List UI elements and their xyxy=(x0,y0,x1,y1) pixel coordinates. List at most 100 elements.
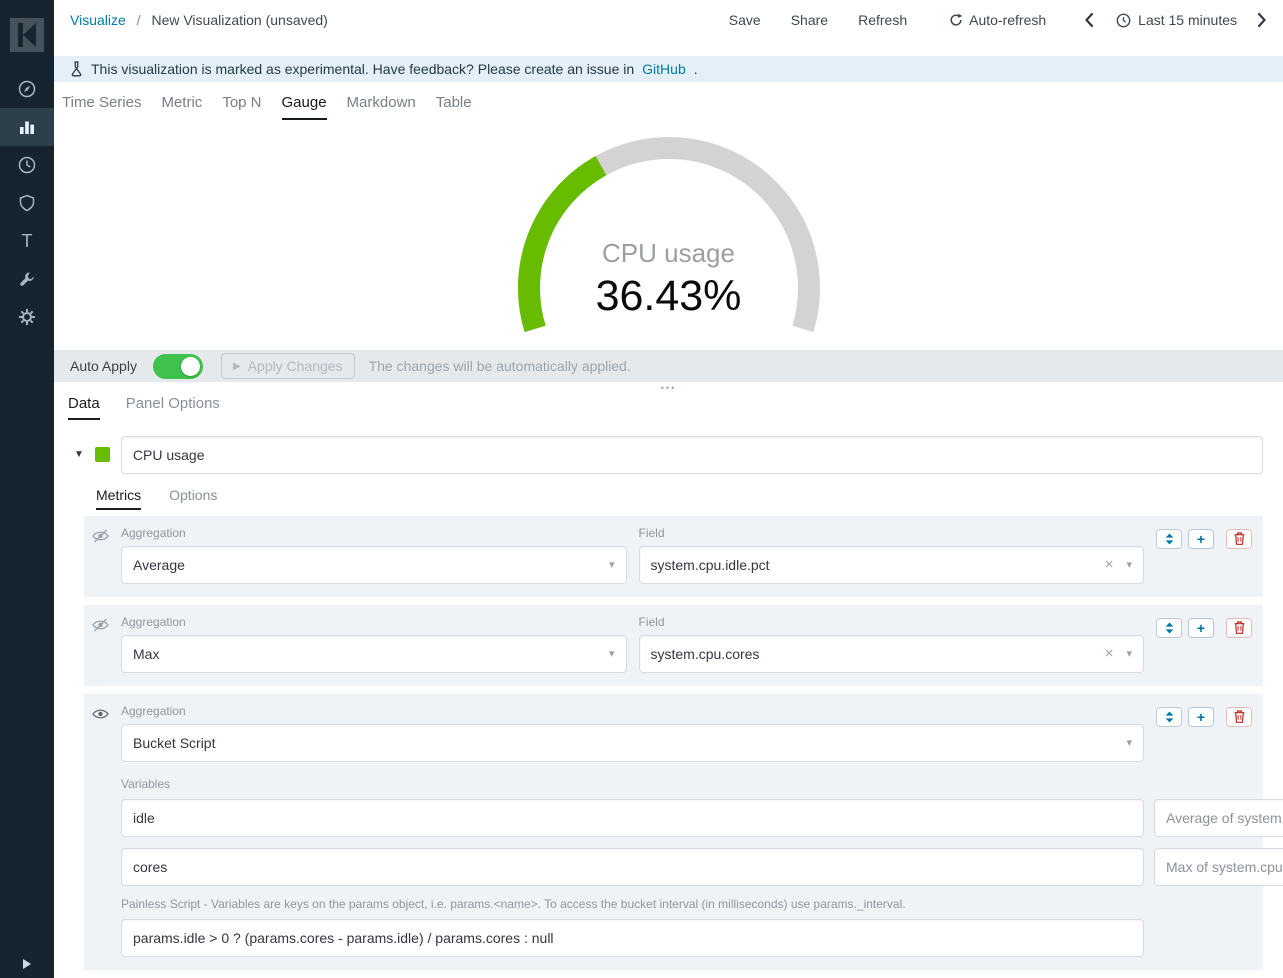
top-bar: Visualize / New Visualization (unsaved) … xyxy=(54,0,1283,56)
variable-name-input[interactable] xyxy=(121,799,1144,837)
series-color-swatch[interactable] xyxy=(95,447,110,462)
tab-data[interactable]: Data xyxy=(68,395,100,420)
sidebar-item-management[interactable] xyxy=(0,298,54,336)
viz-type-tabs: Time Series Metric Top N Gauge Markdown … xyxy=(54,82,1283,120)
metric-row-average: Aggregation Average ▾ Field system.cpu.i… xyxy=(84,516,1263,597)
add-metric-button[interactable]: + xyxy=(1188,707,1214,727)
auto-apply-label: Auto Apply xyxy=(70,358,137,374)
aggregation-select[interactable]: Average ▾ xyxy=(121,546,627,584)
field-combo[interactable]: system.cpu.idle.pct × ▾ xyxy=(639,546,1145,584)
sort-arrows-icon xyxy=(1164,711,1175,723)
tab-top-n[interactable]: Top N xyxy=(222,94,261,120)
reorder-metric-button[interactable] xyxy=(1156,707,1182,727)
chevron-down-icon[interactable]: ▾ xyxy=(1126,647,1132,660)
aggregation-value: Average xyxy=(133,557,185,573)
letter-t-icon: T xyxy=(22,232,33,250)
series-collapse-caret[interactable]: ▼ xyxy=(74,449,84,460)
tab-markdown[interactable]: Markdown xyxy=(347,94,416,120)
clock-icon xyxy=(1116,13,1131,28)
chevron-down-icon: ▾ xyxy=(1126,736,1132,749)
save-button[interactable]: Save xyxy=(729,10,761,30)
painless-script-label: Painless Script - Variables are keys on … xyxy=(121,897,1144,911)
reorder-metric-button[interactable] xyxy=(1156,529,1182,549)
reorder-metric-button[interactable] xyxy=(1156,618,1182,638)
time-step-back-button[interactable] xyxy=(1084,12,1094,28)
series-row: ▼ xyxy=(62,436,1263,474)
trash-icon xyxy=(1234,710,1245,723)
chevron-down-icon: ▾ xyxy=(609,647,615,660)
aggregation-label: Aggregation xyxy=(121,526,627,540)
aggregation-select[interactable]: Bucket Script ▾ xyxy=(121,724,1144,762)
chevron-down-icon[interactable]: ▾ xyxy=(1126,558,1132,571)
share-button[interactable]: Share xyxy=(791,10,828,30)
kibana-logo-icon xyxy=(10,18,44,52)
kibana-app: T xyxy=(0,0,1283,978)
delete-metric-button[interactable] xyxy=(1226,707,1252,727)
sidebar-item-security[interactable] xyxy=(0,184,54,222)
auto-refresh-button[interactable]: Auto-refresh xyxy=(949,10,1046,30)
variable-name-input[interactable] xyxy=(121,848,1144,886)
gauge-title: CPU usage xyxy=(602,238,735,269)
tab-panel-options[interactable]: Panel Options xyxy=(126,395,220,420)
trash-icon xyxy=(1234,621,1245,634)
kibana-logo[interactable] xyxy=(0,0,54,70)
aggregation-label: Aggregation xyxy=(121,615,627,629)
sidebar-collapse-button[interactable] xyxy=(0,958,54,970)
apply-changes-label: Apply Changes xyxy=(248,358,343,374)
series-tabs: Metrics Options xyxy=(96,487,1263,510)
gear-icon xyxy=(17,307,37,327)
compass-icon xyxy=(17,79,37,99)
sidebar-item-typography[interactable]: T xyxy=(0,222,54,260)
delete-metric-button[interactable] xyxy=(1226,618,1252,638)
sidebar-item-dev-tools[interactable] xyxy=(0,260,54,298)
sidebar-item-timelion[interactable] xyxy=(0,146,54,184)
aggregation-select[interactable]: Max ▾ xyxy=(121,635,627,673)
aggregation-value: Max xyxy=(133,646,159,662)
trash-icon xyxy=(1234,532,1245,545)
bar-chart-icon xyxy=(17,117,37,137)
delete-metric-button[interactable] xyxy=(1226,529,1252,549)
topbar-actions: Save Share Refresh Auto-refresh xyxy=(729,10,1267,30)
sidebar-item-visualize[interactable] xyxy=(0,108,54,146)
metric-row-max: Aggregation Max ▾ Field system.cpu.cores xyxy=(84,605,1263,686)
clear-icon[interactable]: × xyxy=(1105,556,1114,573)
chevron-left-icon xyxy=(1084,12,1094,28)
time-picker-button[interactable]: Last 15 minutes xyxy=(1116,10,1237,30)
auto-apply-hint: The changes will be automatically applie… xyxy=(369,358,631,374)
field-combo[interactable]: system.cpu.cores × ▾ xyxy=(639,635,1145,673)
auto-refresh-label: Auto-refresh xyxy=(969,10,1046,30)
metric-row-bucket-script: Aggregation Bucket Script ▾ Variables xyxy=(84,694,1263,970)
tab-table[interactable]: Table xyxy=(436,94,472,120)
aggregation-value: Bucket Script xyxy=(133,735,215,751)
refresh-button[interactable]: Refresh xyxy=(858,10,907,30)
add-metric-button[interactable]: + xyxy=(1188,618,1214,638)
chevron-right-icon xyxy=(1257,12,1267,28)
add-metric-button[interactable]: + xyxy=(1188,529,1214,549)
series-label-input[interactable] xyxy=(121,436,1263,474)
apply-changes-button[interactable]: ▶ Apply Changes xyxy=(221,353,355,379)
metric-rows: Aggregation Average ▾ Field system.cpu.i… xyxy=(84,516,1263,970)
auto-apply-toggle[interactable] xyxy=(153,354,203,379)
variable-row: Max of system.cpu.cores × ▾ + xyxy=(121,848,1144,886)
global-nav-sidebar: T xyxy=(0,0,54,978)
tab-metrics[interactable]: Metrics xyxy=(96,487,141,510)
panel-resize-handle[interactable]: ••• xyxy=(54,382,1283,393)
metric-visibility-toggle[interactable] xyxy=(92,615,121,673)
time-step-forward-button[interactable] xyxy=(1257,12,1267,28)
tab-metric[interactable]: Metric xyxy=(161,94,202,120)
painless-script-input[interactable] xyxy=(121,919,1144,957)
metric-visibility-toggle[interactable] xyxy=(92,526,121,584)
tab-time-series[interactable]: Time Series xyxy=(62,94,141,120)
shield-icon xyxy=(17,193,37,213)
eye-icon xyxy=(92,707,109,721)
sidebar-item-discover[interactable] xyxy=(0,70,54,108)
banner-period: . xyxy=(694,61,698,77)
tab-gauge[interactable]: Gauge xyxy=(282,94,327,120)
breadcrumb: Visualize / New Visualization (unsaved) xyxy=(70,10,328,30)
tab-options[interactable]: Options xyxy=(169,487,217,510)
metric-visibility-toggle[interactable] xyxy=(92,704,121,957)
clear-icon[interactable]: × xyxy=(1105,645,1114,662)
breadcrumb-visualize-link[interactable]: Visualize xyxy=(70,12,126,28)
github-link[interactable]: GitHub xyxy=(642,61,686,77)
variables-label: Variables xyxy=(121,777,1144,791)
